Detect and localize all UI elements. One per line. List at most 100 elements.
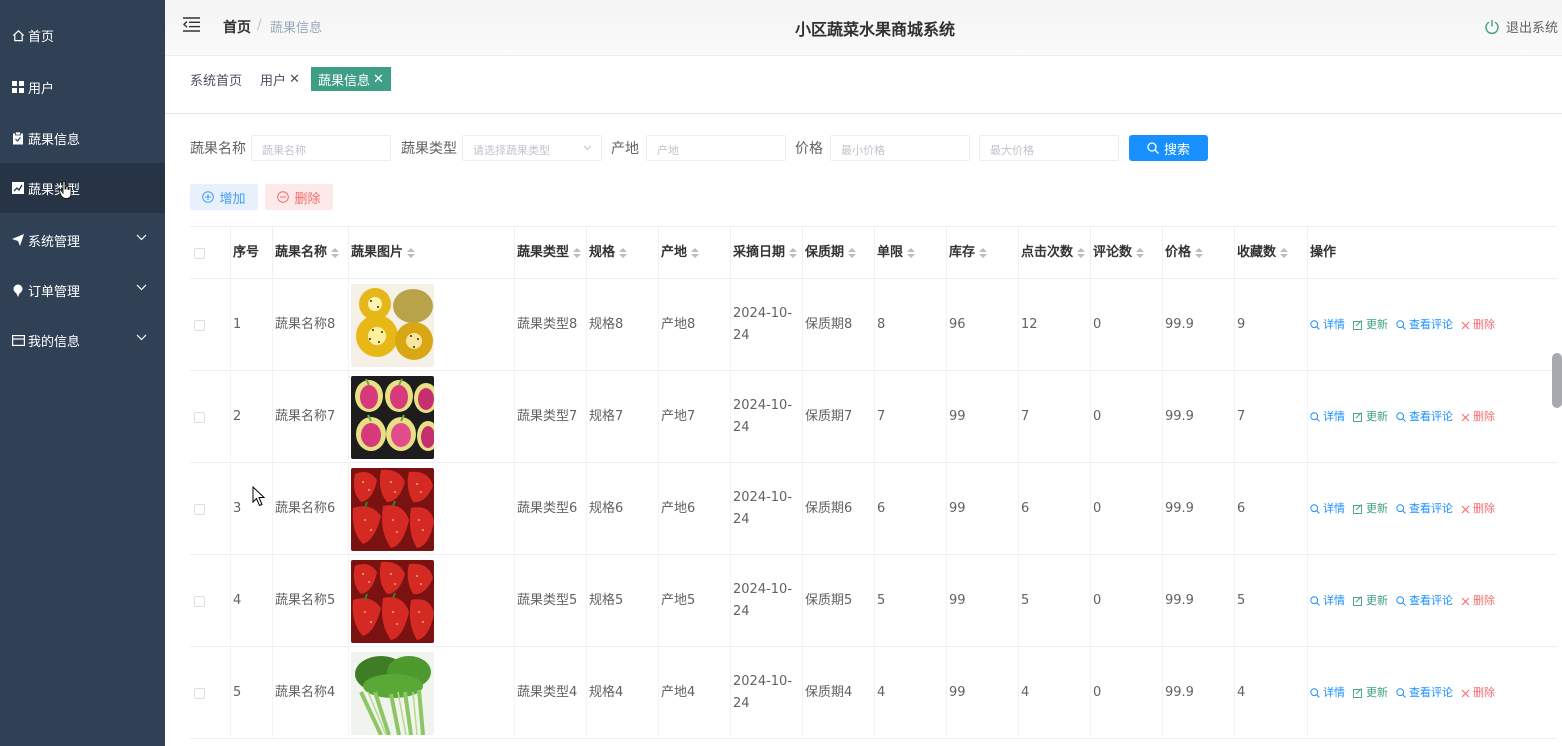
- col-header-limit[interactable]: 单限: [875, 227, 947, 279]
- sort-icon[interactable]: [979, 248, 988, 258]
- cell-shelf-life: 保质期4: [803, 647, 875, 739]
- update-button[interactable]: 更新: [1353, 406, 1388, 428]
- detail-button[interactable]: 详情: [1310, 590, 1345, 612]
- origin-search-input[interactable]: 产地: [646, 135, 786, 161]
- detail-button[interactable]: 详情: [1310, 314, 1345, 336]
- min-price-input[interactable]: 最小价格: [830, 135, 970, 161]
- sidebar-item-home[interactable]: 首页: [0, 10, 165, 60]
- col-header-price[interactable]: 价格: [1163, 227, 1235, 279]
- sort-icon[interactable]: [1077, 248, 1085, 258]
- cell-comments-text: 0: [1093, 501, 1102, 516]
- sort-icon[interactable]: [1195, 248, 1204, 258]
- sort-icon[interactable]: [848, 248, 857, 258]
- row-checkbox[interactable]: [194, 319, 205, 331]
- cell-favorites-text: 5: [1237, 593, 1246, 608]
- view-comments-button[interactable]: 查看评论: [1396, 498, 1453, 520]
- cell-limit: 4: [875, 647, 947, 739]
- menu-toggle-icon[interactable]: [183, 17, 200, 32]
- update-button[interactable]: 更新: [1353, 590, 1388, 612]
- sort-icon[interactable]: [573, 248, 581, 258]
- detail-label: 详情: [1323, 502, 1345, 515]
- breadcrumb-separator: /: [257, 17, 262, 33]
- delete-button[interactable]: 删除: [1461, 314, 1495, 336]
- sort-icon[interactable]: [619, 248, 628, 258]
- sidebar-item-produce-info[interactable]: 蔬果信息: [0, 113, 165, 163]
- sidebar-item-label: 我的信息: [28, 334, 81, 350]
- col-header-type[interactable]: 蔬果类型: [515, 227, 587, 279]
- row-checkbox[interactable]: [194, 687, 205, 699]
- col-header-shelf-life[interactable]: 保质期: [803, 227, 875, 279]
- search-button[interactable]: 搜索: [1129, 135, 1208, 161]
- edit-icon: [1353, 320, 1362, 330]
- cell-clicks: 12: [1019, 279, 1091, 371]
- name-search-input[interactable]: 蔬果名称: [251, 135, 391, 161]
- detail-button[interactable]: 详情: [1310, 406, 1345, 428]
- cell-clicks-text: 5: [1021, 593, 1030, 608]
- update-button[interactable]: 更新: [1353, 682, 1388, 704]
- max-price-input[interactable]: 最大价格: [979, 135, 1119, 161]
- detail-button[interactable]: 详情: [1310, 498, 1345, 520]
- type-select[interactable]: 请选择蔬果类型: [462, 135, 602, 161]
- col-header-name[interactable]: 蔬果名称: [273, 227, 349, 279]
- breadcrumb-home[interactable]: 首页: [223, 17, 251, 37]
- update-button[interactable]: 更新: [1353, 314, 1388, 336]
- delete-button[interactable]: 删除: [1461, 406, 1495, 428]
- sort-icon[interactable]: [907, 248, 916, 258]
- tag-system-home[interactable]: 系统首页: [190, 67, 242, 91]
- col-header-image[interactable]: 蔬果图片: [349, 227, 515, 279]
- sidebar-item-my-info[interactable]: 我的信息: [0, 315, 165, 365]
- sort-icon[interactable]: [1280, 248, 1289, 258]
- cell-shelf-life: 保质期8: [803, 279, 875, 371]
- detail-button[interactable]: 详情: [1310, 682, 1345, 704]
- col-header-origin[interactable]: 产地: [659, 227, 731, 279]
- close-icon[interactable]: ✕: [373, 72, 384, 87]
- sidebar-item-produce-type[interactable]: 蔬果类型: [0, 163, 165, 213]
- delete-button[interactable]: 删除: [1461, 498, 1495, 520]
- sidebar-item-label: 蔬果信息: [28, 132, 81, 148]
- view-comments-button[interactable]: 查看评论: [1396, 682, 1453, 704]
- tag-users[interactable]: 用户 ✕: [260, 67, 300, 91]
- select-all-checkbox[interactable]: [194, 247, 205, 259]
- close-icon[interactable]: ✕: [289, 72, 300, 87]
- sidebar-item-orders[interactable]: 订单管理: [0, 265, 165, 315]
- cell-type-text: 蔬果类型8: [517, 317, 578, 332]
- sidebar-item-system[interactable]: 系统管理: [0, 215, 165, 265]
- cell-clicks: 4: [1019, 647, 1091, 739]
- sort-icon[interactable]: [789, 248, 797, 258]
- cell-pick-date-text: 2024-10-24: [733, 490, 793, 527]
- view-comments-button[interactable]: 查看评论: [1396, 590, 1453, 612]
- add-button[interactable]: 增加: [190, 184, 258, 210]
- page-scrollbar[interactable]: [1552, 353, 1562, 408]
- col-header-stock[interactable]: 库存: [947, 227, 1019, 279]
- sidebar-item-label: 用户: [28, 81, 55, 97]
- sort-icon[interactable]: [1136, 248, 1145, 258]
- row-actions: 详情 更新 查看评论 删除: [1310, 590, 1495, 612]
- col-header-spec[interactable]: 规格: [587, 227, 659, 279]
- col-header-date[interactable]: 采摘日期: [731, 227, 803, 279]
- row-checkbox[interactable]: [194, 595, 205, 607]
- row-checkbox[interactable]: [194, 503, 205, 515]
- row-select-cell: [190, 463, 231, 555]
- col-header-comments[interactable]: 评论数: [1091, 227, 1163, 279]
- cell-spec: 规格8: [587, 279, 659, 371]
- batch-delete-button[interactable]: 删除: [265, 184, 333, 210]
- sort-icon[interactable]: [691, 248, 700, 258]
- view-comments-button[interactable]: 查看评论: [1396, 406, 1453, 428]
- logout-button[interactable]: 退出系统: [1484, 17, 1558, 36]
- cell-name-text: 蔬果名称8: [275, 317, 336, 332]
- col-header-favorites[interactable]: 收藏数: [1235, 227, 1308, 279]
- sidebar-item-users[interactable]: 用户: [0, 62, 165, 112]
- delete-button[interactable]: 删除: [1461, 590, 1495, 612]
- cell-name-text: 蔬果名称7: [275, 409, 336, 424]
- update-button[interactable]: 更新: [1353, 498, 1388, 520]
- row-checkbox[interactable]: [194, 411, 205, 423]
- col-header-clicks[interactable]: 点击次数: [1019, 227, 1091, 279]
- close-icon: [1461, 321, 1470, 329]
- tag-produce-info[interactable]: 蔬果信息 ✕: [311, 67, 391, 91]
- delete-button[interactable]: 删除: [1461, 682, 1495, 704]
- cell-comments-text: 0: [1093, 317, 1102, 332]
- view-comments-button[interactable]: 查看评论: [1396, 314, 1453, 336]
- sort-icon[interactable]: [407, 248, 416, 258]
- sort-icon[interactable]: [331, 248, 339, 258]
- cell-origin: 产地4: [659, 647, 731, 739]
